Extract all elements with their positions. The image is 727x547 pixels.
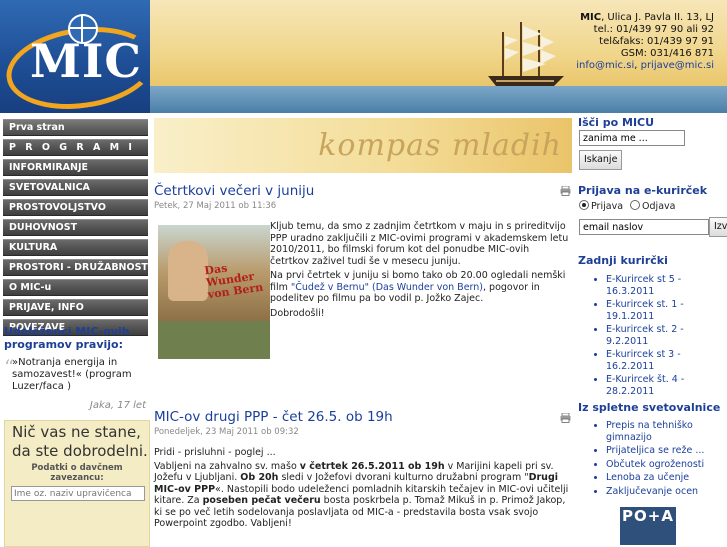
article-2-bold-1: v četrtek 26.5.2011 ob 19h (299, 460, 445, 472)
search-input[interactable] (579, 130, 685, 146)
article-body-1: Kljub temu, da smo z zadnjim četrtkom v … (270, 221, 570, 319)
contact-info: MIC, Ulica J. Pavla II. 13, LJ tel.: 01/… (576, 12, 714, 72)
contact-org: MIC (580, 12, 602, 23)
print-icon[interactable] (560, 413, 571, 423)
poster-title: Das Wunder von Bern (203, 261, 264, 302)
list-item[interactable]: E-kurircek st 3 - 16.2.2011 (606, 349, 726, 372)
svetovalnica-link[interactable]: Lenoba za učenje (606, 472, 689, 483)
article-2-text-1: Vabljeni na zahvalno sv. mašo (154, 460, 300, 472)
svetovalnica-link[interactable]: Občutek ogroženosti (606, 459, 704, 470)
main-content: kompas mladih Četrtkovi večeri v juniju … (150, 113, 574, 545)
nav-item-kultura[interactable]: KULTURA (3, 239, 148, 256)
list-item[interactable]: E-kurircek st. 1 - 19.1.2011 (606, 299, 726, 322)
search-title: Išči po MICU (578, 116, 655, 129)
kurircek-link[interactable]: E-kurircek st. 2 - 9.2.2011 (606, 324, 684, 347)
nav-item-informiranje[interactable]: INFORMIRANJE (3, 159, 148, 176)
list-item[interactable]: Zaključevanje ocen (606, 486, 726, 498)
article-2-bold-2: Ob 20h (240, 472, 279, 483)
svetovalnica-link[interactable]: Zaključevanje ocen (606, 486, 698, 497)
film-link[interactable]: "Čudež v Bernu" (Das Wunder von Bern) (291, 282, 483, 293)
article-1-paragraph-1: Kljub temu, da smo z zadnjim četrtkom v … (270, 221, 569, 267)
list-item[interactable]: E-Kurircek št. 4 - 28.2.2011 (606, 374, 726, 397)
kurircek-link[interactable]: E-Kurircek št. 4 - 28.2.2011 (606, 374, 684, 397)
svetovalnica-title: Iz spletne svetovalnice (578, 401, 721, 414)
svetovalnica-link[interactable]: Prepis na tehniško gimnazijo (606, 420, 693, 443)
article-2-text-3: sledi v Jožefovi dvorani kulturno družab… (278, 472, 529, 483)
nav-item-duhovnost[interactable]: DUHOVNOST (3, 219, 148, 236)
search-button[interactable]: Iskanje (579, 150, 623, 170)
quote-mark-icon: “ (4, 355, 15, 379)
article-title-2[interactable]: MIC-ov drugi PPP - čet 26.5. ob 19h (154, 409, 393, 425)
email-link-prijave[interactable]: prijave@mic.si (641, 60, 714, 71)
donation-slogan: Nič vas ne stane, da ste dobrodelni. (12, 423, 148, 460)
newsletter-title: Prijava na e-kurirček (578, 184, 708, 197)
donation-name-input[interactable] (11, 486, 145, 501)
logo-text: MIC (30, 34, 143, 88)
svetovalnica-list: Prepis na tehniško gimnazijo Prijateljic… (578, 420, 726, 499)
poster-figure (168, 241, 208, 301)
article-date-2: Ponedeljek, 23 Maj 2011 ob 09:32 (154, 427, 299, 437)
kurircek-link[interactable]: E-kurircek st 3 - 16.2.2011 (606, 349, 681, 372)
left-sidebar: Prva stran P R O G R A M I INFORMIRANJE … (0, 113, 150, 547)
film-poster-image[interactable]: Das Wunder von Bern (158, 225, 270, 359)
testimonial: Udeleženci MIC-ovih programov pravijo: “… (4, 325, 148, 411)
article-date-1: Petek, 27 Maj 2011 ob 11:36 (154, 201, 277, 211)
contact-tel: tel.: 01/439 97 90 ali 92 (593, 24, 714, 35)
newsletter-options: Prijava Odjava (579, 200, 675, 212)
radio-prijava-label: Prijava (591, 201, 624, 212)
article-2-paragraph: Vabljeni na zahvalno sv. mašo v četrtek … (154, 461, 572, 530)
pota-logo[interactable]: PO+A (620, 507, 676, 545)
contact-gsm: GSM: 031/416 871 (620, 48, 714, 59)
main-nav: Prva stran P R O G R A M I INFORMIRANJE … (3, 119, 148, 339)
article-2-line-1: Pridi - prisluhni - poglej ... (154, 447, 276, 458)
kompas-banner-text: kompas mladih (318, 128, 562, 163)
email-link-info[interactable]: info@mic.si (576, 60, 634, 71)
poster-field (158, 321, 270, 359)
list-item[interactable]: Prijateljica se reže ... (606, 445, 726, 457)
donation-box: Nič vas ne stane, da ste dobrodelni. Pod… (4, 420, 150, 547)
list-item[interactable]: Prepis na tehniško gimnazijo (606, 420, 726, 443)
nav-item-prijave[interactable]: PRIJAVE, INFO (3, 299, 148, 316)
svetovalnica-link[interactable]: Prijateljica se reže ... (606, 445, 704, 456)
newsletter-submit-button[interactable]: Izvedi (709, 217, 727, 237)
email-input[interactable] (579, 219, 709, 235)
kurircki-list: E-Kurircek st 5 - 16.3.2011 E-kurircek s… (578, 274, 726, 399)
nav-item-prva-stran[interactable]: Prva stran (3, 119, 148, 136)
kurircek-link[interactable]: E-Kurircek st 5 - 16.3.2011 (606, 274, 681, 297)
donation-label: Podatki o davčnem zavezancu: (31, 463, 123, 483)
radio-prijava[interactable] (579, 200, 589, 210)
header-banner: MIC, Ulica J. Pavla II. 13, LJ tel.: 01/… (150, 0, 727, 113)
sea-image (150, 86, 727, 113)
article-body-2: Pridi - prisluhni - poglej ... Vabljeni … (154, 447, 572, 530)
radio-odjava-label: Odjava (642, 201, 676, 212)
nav-item-prostori[interactable]: PROSTORI - DRUŽABNOST (3, 259, 148, 276)
right-sidebar: Išči po MICU Iskanje Prijava na e-kurirč… (574, 113, 727, 545)
contact-address: , Ulica J. Pavla II. 13, LJ (601, 12, 714, 23)
site-header: MIC MIC, Ulica J. Pavla II. 13, LJ tel.:… (0, 0, 727, 113)
nav-item-programi[interactable]: P R O G R A M I (3, 139, 148, 156)
contact-telfax: tel&faks: 01/439 97 91 (599, 36, 714, 47)
list-item[interactable]: E-Kurircek st 5 - 16.3.2011 (606, 274, 726, 297)
kurircki-title: Zadnji kurirčki (578, 254, 668, 267)
article-1-paragraph-2: Na prvi četrtek v juniju si bomo tako ob… (270, 270, 570, 305)
list-item[interactable]: Občutek ogroženosti (606, 459, 726, 471)
testimonial-text: »Notranja energija in samozavest!« (prog… (12, 357, 132, 392)
article-1-paragraph-3: Dobrodošli! (270, 307, 325, 319)
list-item[interactable]: Lenoba za učenje (606, 472, 726, 484)
kurircek-link[interactable]: E-kurircek st. 1 - 19.1.2011 (606, 299, 684, 322)
sailing-ship-icon (488, 22, 564, 86)
print-icon[interactable] (560, 186, 571, 196)
article-2-bold-4: poseben pečat večeru (202, 495, 321, 506)
kompas-mladih-banner: kompas mladih (154, 118, 572, 173)
nav-item-svetovalnica[interactable]: SVETOVALNICA (3, 179, 148, 196)
nav-item-prostovoljstvo[interactable]: PROSTOVOLJSTVO (3, 199, 148, 216)
nav-item-o-mic[interactable]: O MIC-u (3, 279, 148, 296)
article-title-1[interactable]: Četrtkovi večeri v juniju (154, 183, 314, 199)
testimonial-author: Jaka, 17 let (89, 400, 146, 411)
radio-odjava[interactable] (630, 200, 641, 210)
mic-logo[interactable]: MIC (0, 0, 150, 113)
testimonial-title: Udeleženci MIC-ovih programov pravijo: (4, 325, 130, 351)
list-item[interactable]: E-kurircek st. 2 - 9.2.2011 (606, 324, 726, 347)
